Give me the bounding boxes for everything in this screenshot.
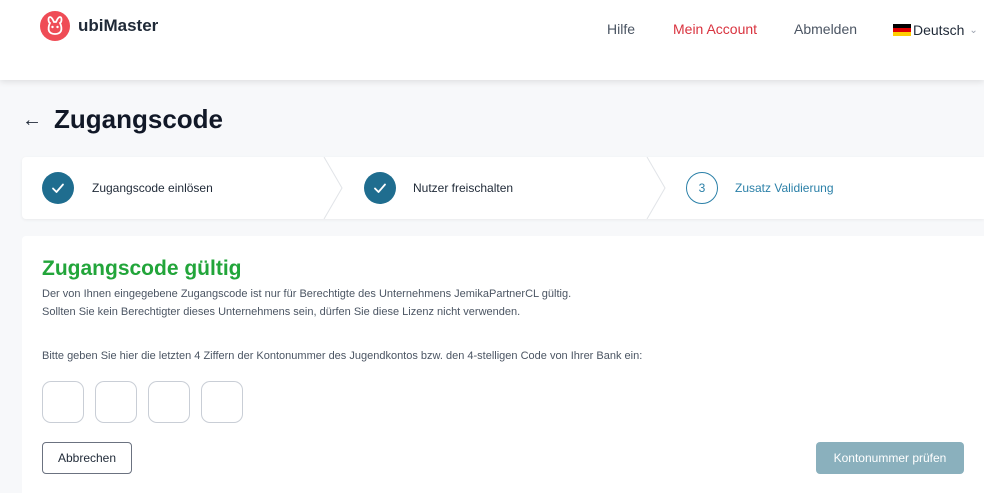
code-prompt: Bitte geben Sie hier die letzten 4 Ziffe… [42, 350, 643, 362]
back-arrow-icon[interactable]: ← [22, 110, 42, 130]
top-header: ubiMaster Hilfe Mein Account Abmelden De… [0, 0, 984, 80]
language-label: Deutsch [913, 22, 965, 38]
nav-help-link[interactable]: Hilfe [607, 21, 635, 37]
info-text-line-1: Der von Ihnen eingegebene Zugangscode is… [42, 288, 572, 300]
page-title: Zugangscode [54, 104, 224, 134]
nav-logout-link[interactable]: Abmelden [794, 21, 857, 37]
step-divider [323, 157, 343, 219]
step-divider [646, 157, 666, 219]
step-2-check-icon [364, 172, 396, 204]
info-text-line-2: Sollten Sie kein Berechtigter dieses Unt… [42, 306, 521, 318]
code-digit-2-input[interactable] [95, 381, 137, 423]
nav-my-account-link[interactable]: Mein Account [673, 21, 757, 37]
code-digit-4-input[interactable] [201, 381, 243, 423]
code-digit-3-input[interactable] [148, 381, 190, 423]
validation-card: Zugangscode gültig Der von Ihnen eingege… [22, 236, 984, 493]
german-flag-icon [893, 24, 911, 36]
check-account-number-button[interactable]: Kontonummer prüfen [816, 442, 964, 474]
step-3-number-badge: 3 [686, 172, 718, 204]
chevron-down-icon: ⌄ [969, 24, 978, 36]
step-1-label: Zugangscode einlösen [92, 181, 213, 195]
step-2-label: Nutzer freischalten [413, 181, 514, 195]
step-1-check-icon [42, 172, 74, 204]
code-input-group [42, 381, 243, 423]
cancel-button[interactable]: Abbrechen [42, 442, 132, 474]
brand-name[interactable]: ubiMaster [78, 16, 158, 36]
language-selector[interactable]: Deutsch ⌄ [893, 22, 978, 38]
brand-logo-icon[interactable] [40, 11, 70, 41]
code-digit-1-input[interactable] [42, 381, 84, 423]
step-3-label: Zusatz Validierung [735, 181, 834, 195]
page-title-row: ← Zugangscode [22, 104, 223, 135]
progress-stepper: Zugangscode einlösen Nutzer freischalten… [22, 157, 984, 219]
success-title: Zugangscode gültig [42, 257, 242, 280]
